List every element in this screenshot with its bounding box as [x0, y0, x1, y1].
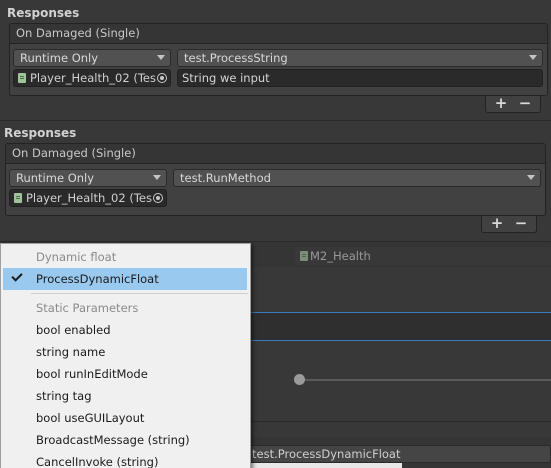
runtime-mode-dropdown-2[interactable]: Runtime Only — [9, 169, 167, 187]
checkmark-icon — [11, 270, 23, 282]
string-argument-value: String we input — [182, 71, 270, 85]
health-object-name: M2_Health — [310, 249, 371, 263]
method-dropdown-2[interactable]: test.RunMethod — [173, 169, 541, 187]
menu-header-dynamic: Dynamic float — [36, 250, 117, 264]
slider-track[interactable] — [300, 379, 551, 381]
menu-item-broadcast-message[interactable]: BroadcastMessage (string) — [1, 429, 250, 451]
responses-section-2: Responses On Damaged (Single) Runtime On… — [0, 121, 551, 241]
responses-title-1: Responses — [7, 6, 80, 20]
add-listener-button-2[interactable]: + — [485, 216, 509, 232]
add-remove-tab-2: + − — [481, 216, 537, 233]
menu-item-bool-run-in-edit-mode[interactable]: bool runInEditMode — [1, 363, 250, 385]
menu-item-string-name[interactable]: string name — [1, 341, 250, 363]
target-object-field-2[interactable]: Player_Health_02 (Tes — [9, 189, 167, 207]
focus-highlight-bar — [250, 312, 551, 341]
menu-item-bool-enabled[interactable]: bool enabled — [1, 319, 250, 341]
script-file-icon — [18, 73, 26, 83]
menu-item-label: ProcessDynamicFloat — [36, 272, 159, 286]
object-picker-icon[interactable] — [157, 73, 167, 83]
row-divider — [0, 241, 551, 242]
menu-item-cancel-invoke[interactable]: CancelInvoke (string) — [1, 451, 250, 468]
bottom-method-value: test.ProcessDynamicFloat — [252, 447, 401, 461]
target-object-field-1[interactable]: Player_Health_02 (Tes — [13, 69, 171, 87]
responses-title-2: Responses — [4, 126, 77, 140]
remove-listener-button-2[interactable]: − — [509, 216, 533, 232]
remove-listener-button-1[interactable]: − — [513, 96, 537, 112]
health-object-field[interactable]: M2_Health — [295, 247, 551, 265]
target-object-name-2: Player_Health_02 (Tes — [26, 191, 152, 205]
bottom-method-dropdown[interactable]: test.ProcessDynamicFloat — [245, 445, 551, 463]
menu-separator — [31, 293, 248, 294]
chevron-down-icon — [529, 55, 537, 60]
runtime-mode-dropdown-1[interactable]: Runtime Only — [13, 49, 171, 67]
script-file-icon — [14, 193, 22, 203]
runtime-mode-value-1: Runtime Only — [20, 51, 99, 65]
method-value-1: test.ProcessString — [184, 51, 288, 65]
menu-item-process-dynamic-float[interactable]: ProcessDynamicFloat — [3, 268, 247, 290]
slider-handle[interactable] — [294, 374, 305, 385]
object-picker-icon[interactable] — [153, 193, 163, 203]
script-file-icon — [300, 251, 308, 261]
target-object-name-1: Player_Health_02 (Tes — [30, 71, 156, 85]
runtime-mode-value-2: Runtime Only — [16, 171, 95, 185]
add-remove-tab-1: + − — [485, 96, 541, 113]
method-value-2: test.RunMethod — [180, 171, 271, 185]
add-listener-button-1[interactable]: + — [489, 96, 513, 112]
chevron-down-icon — [157, 55, 165, 60]
bottom-white-strip — [250, 463, 402, 468]
method-dropdown-1[interactable]: test.ProcessString — [177, 49, 543, 67]
chevron-down-icon — [527, 175, 535, 180]
string-argument-input[interactable]: String we input — [177, 69, 543, 87]
menu-item-string-tag[interactable]: string tag — [1, 385, 250, 407]
event-header-2: On Damaged (Single) — [6, 144, 545, 164]
method-popup-menu: Dynamic float ProcessDynamicFloat Static… — [0, 243, 251, 468]
event-header-1: On Damaged (Single) — [10, 24, 547, 44]
chevron-down-icon — [153, 175, 161, 180]
menu-item-bool-use-gui-layout[interactable]: bool useGUILayout — [1, 407, 250, 429]
responses-section-1: Responses On Damaged (Single) Runtime On… — [0, 0, 551, 122]
menu-header-static: Static Parameters — [36, 301, 139, 315]
